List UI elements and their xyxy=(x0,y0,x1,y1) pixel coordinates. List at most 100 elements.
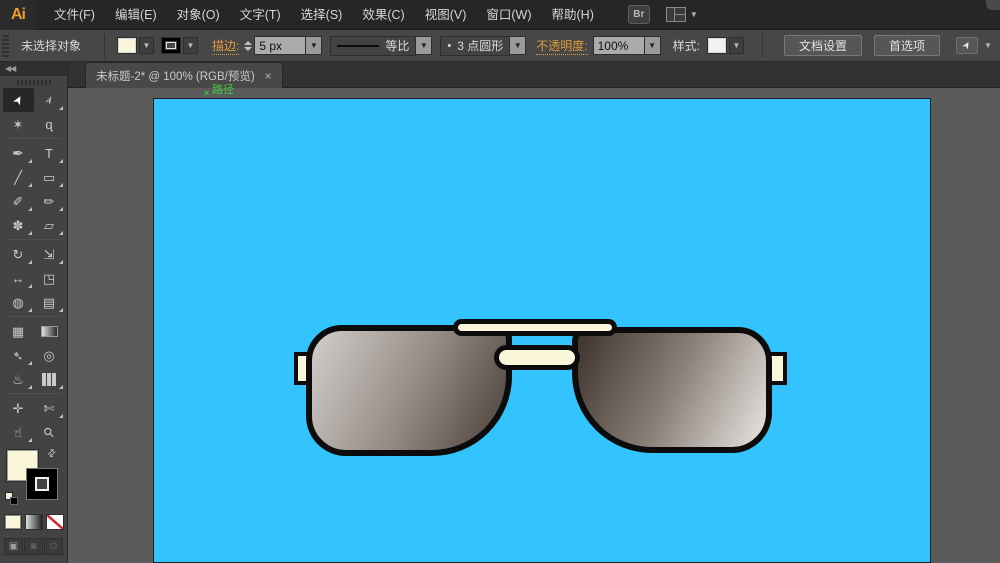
slice-tool[interactable]: ✄ xyxy=(34,396,65,420)
lasso-tool[interactable]: ɋ xyxy=(34,112,65,136)
zoom-tool[interactable]: ⚲ xyxy=(34,420,65,444)
close-tab-icon[interactable]: × xyxy=(265,69,272,83)
controlbar-grip[interactable] xyxy=(2,34,9,57)
chevron-down-icon[interactable]: ▼ xyxy=(728,37,744,54)
fill-color-control[interactable]: ▼ xyxy=(117,37,155,54)
blend-tool[interactable]: ◎ xyxy=(34,343,65,367)
graphic-style-control[interactable]: ▼ xyxy=(706,37,744,54)
stroke-color-control[interactable]: ▼ xyxy=(161,37,199,54)
shape-builder-tool[interactable]: ◍ xyxy=(3,290,34,314)
chevron-down-icon[interactable]: ▼ xyxy=(416,36,433,55)
stroke-profile-dropdown[interactable]: 等比 xyxy=(330,35,417,56)
stroke-width-stepper[interactable] xyxy=(244,40,253,51)
rectangle-tool[interactable]: ▭ xyxy=(34,165,65,189)
menu-item[interactable]: 窗口(W) xyxy=(476,0,541,30)
default-fill-stroke-icon[interactable] xyxy=(5,492,18,505)
chevron-down-icon[interactable]: ▼ xyxy=(984,41,992,50)
gradient-tool[interactable] xyxy=(34,319,65,343)
chevron-down-icon[interactable]: ▼ xyxy=(306,36,323,55)
illustrator-logo-icon[interactable]: Ai xyxy=(0,0,36,30)
right-lens-shape[interactable] xyxy=(572,327,772,453)
scale-tool[interactable]: ⇲ xyxy=(34,242,65,266)
paintbrush-tool-icon: ✐ xyxy=(12,193,24,209)
menu-item[interactable]: 文件(F) xyxy=(44,0,105,30)
step-down-icon[interactable] xyxy=(244,46,253,51)
menu-item[interactable]: 文字(T) xyxy=(230,0,291,30)
direct-selection-tool[interactable]: ➢ xyxy=(34,88,65,112)
artboard-tool[interactable]: ✛ xyxy=(3,396,34,420)
style-swatch-icon[interactable] xyxy=(706,37,727,54)
stroke-color-box[interactable] xyxy=(26,468,58,500)
line-segment-tool[interactable]: ╱ xyxy=(3,165,34,189)
menu-item[interactable]: 对象(O) xyxy=(167,0,230,30)
bridge-icon[interactable]: Br xyxy=(627,5,650,24)
blob-brush-tool[interactable]: ✽ xyxy=(3,213,34,237)
stroke-profile-value: 等比 xyxy=(385,39,410,53)
type-tool-icon: T xyxy=(45,145,53,161)
swap-fill-stroke-icon[interactable]: ⇄ xyxy=(45,447,59,461)
color-paint-button[interactable] xyxy=(3,514,22,530)
mesh-tool[interactable]: ▦ xyxy=(3,319,34,343)
workspace-switcher[interactable]: ▼ xyxy=(665,7,698,22)
stroke-swatch-icon[interactable] xyxy=(161,37,182,54)
menu-item[interactable]: 编辑(E) xyxy=(105,0,167,30)
smart-guide-path-label: 路径 xyxy=(212,84,234,96)
left-lens-shape[interactable] xyxy=(306,325,512,456)
eyedropper-tool[interactable]: ➴ xyxy=(3,343,34,367)
nose-bridge-shape[interactable] xyxy=(494,345,580,370)
stroke-width-input[interactable]: 5 px xyxy=(254,36,307,55)
none-paint-button[interactable] xyxy=(45,514,64,530)
fill-swatch-icon[interactable] xyxy=(117,37,138,54)
flyout-indicator-icon xyxy=(58,414,63,418)
pencil-tool[interactable]: ✏ xyxy=(34,189,65,213)
hand-tool-icon: ☝ xyxy=(14,424,22,440)
panel-collapse-button[interactable]: ◀◀ xyxy=(0,62,67,76)
eyedropper-tool-icon: ➴ xyxy=(12,347,24,363)
eraser-tool[interactable]: ▱ xyxy=(34,213,65,237)
gradient-paint-button[interactable] xyxy=(24,514,43,530)
chevron-down-icon[interactable]: ▼ xyxy=(644,36,661,55)
canvas-viewport[interactable] xyxy=(68,88,1000,563)
select-similar-icon[interactable]: ➤ xyxy=(955,37,978,54)
graph-tool[interactable] xyxy=(34,367,65,391)
panel-grip[interactable] xyxy=(16,80,51,85)
brush-definition-value: 3 点圆形 xyxy=(457,39,504,53)
opacity-input[interactable]: 100% xyxy=(592,36,645,55)
perspective-grid-tool[interactable]: ▤ xyxy=(34,290,65,314)
selection-tool[interactable]: ➤ xyxy=(2,88,34,112)
menu-item[interactable]: 视图(V) xyxy=(415,0,477,30)
step-up-icon[interactable] xyxy=(244,40,253,45)
brush-definition-dropdown[interactable]: • 3 点圆形 xyxy=(440,35,511,56)
width-tool[interactable]: ↔ xyxy=(3,266,34,290)
magic-wand-tool[interactable]: ✶ xyxy=(3,112,34,136)
menu-item[interactable]: 效果(C) xyxy=(352,0,414,30)
rectangle-tool-icon: ▭ xyxy=(42,169,56,185)
tools-separator xyxy=(5,393,62,394)
symbol-sprayer-tool[interactable]: ♨ xyxy=(3,367,34,391)
flyout-indicator-icon xyxy=(27,260,32,264)
shape-builder-tool-icon: ◍ xyxy=(12,294,24,310)
document-tab[interactable]: 未标题-2* @ 100% (RGB/预览) × xyxy=(85,62,283,88)
draw-normal-icon[interactable]: ▣ xyxy=(4,538,23,555)
paintbrush-tool[interactable]: ✐ xyxy=(3,189,34,213)
menu-item[interactable]: 选择(S) xyxy=(291,0,353,30)
brow-bar-shape[interactable] xyxy=(453,319,617,336)
menu-item[interactable]: 帮助(H) xyxy=(542,0,604,30)
pen-tool[interactable]: ✒ xyxy=(3,141,34,165)
chevron-down-icon[interactable]: ▼ xyxy=(510,36,527,55)
draw-inside-icon[interactable]: ⊙ xyxy=(44,538,63,555)
chevron-down-icon[interactable]: ▼ xyxy=(139,37,155,54)
stroke-panel-link[interactable]: 描边: xyxy=(212,37,240,55)
width-tool-icon: ↔ xyxy=(11,270,25,286)
type-tool[interactable]: T xyxy=(34,141,65,165)
preferences-button[interactable]: 首选项 xyxy=(873,35,940,56)
rotate-tool[interactable]: ↻ xyxy=(3,242,34,266)
pen-tool-icon: ✒ xyxy=(12,145,24,161)
stroke-profile-line-icon xyxy=(337,44,380,47)
document-setup-button[interactable]: 文档设置 xyxy=(783,35,862,56)
draw-behind-icon[interactable]: ◙ xyxy=(24,538,43,555)
free-transform-tool[interactable]: ◳ xyxy=(34,266,65,290)
opacity-panel-link[interactable]: 不透明度: xyxy=(536,37,588,55)
hand-tool[interactable]: ☝ xyxy=(3,420,34,444)
chevron-down-icon[interactable]: ▼ xyxy=(183,37,199,54)
